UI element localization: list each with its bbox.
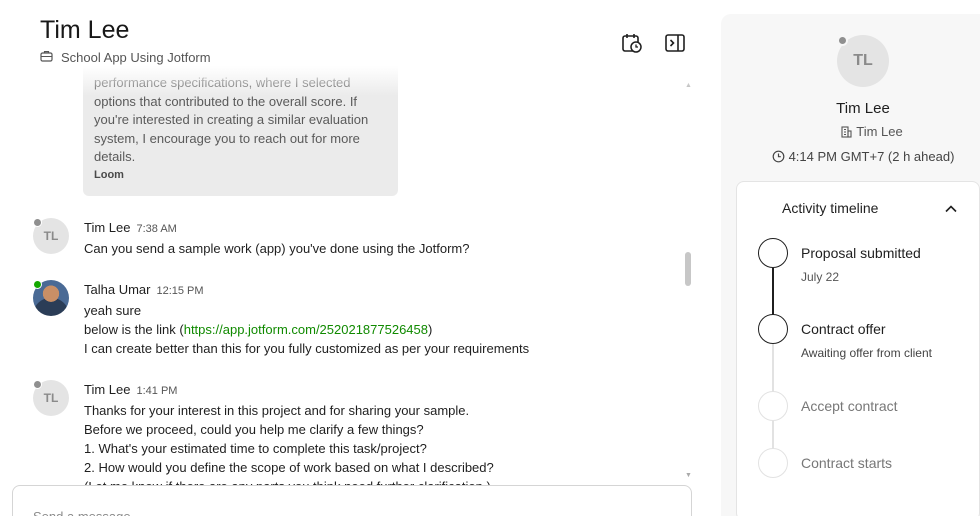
- message-text: Can you send a sample work (app) you've …: [84, 241, 470, 256]
- project-title[interactable]: School App Using Jotform: [40, 50, 211, 65]
- message-time: 7:38 AM: [136, 223, 177, 235]
- timeline-step-sub: July 22: [801, 270, 840, 284]
- contact-name: Tim Lee: [40, 16, 130, 44]
- offline-status-dot: [33, 380, 42, 389]
- preview-text: performance specifications, where I sele…: [94, 75, 369, 165]
- sample-link[interactable]: https://app.jotform.com/252021877526458: [184, 322, 428, 337]
- link-preview-card[interactable]: performance specifications, where I sele…: [83, 66, 398, 196]
- message-time: 1:41 PM: [136, 385, 178, 397]
- profile-name: Tim Lee: [836, 100, 890, 117]
- scrollbar-thumb[interactable]: [685, 252, 691, 286]
- scroll-down-arrow[interactable]: ▼: [685, 472, 692, 479]
- details-panel: TL Tim Lee Tim Lee 4:14 PM GMT+7 (2 h ah…: [721, 14, 980, 516]
- briefcase-icon: [40, 50, 53, 65]
- message-time: 12:15 PM: [156, 285, 204, 297]
- timeline-step-marker: [758, 238, 788, 268]
- message-header: Tim Lee 7:38 AM: [84, 220, 177, 235]
- profile-avatar[interactable]: TL: [837, 35, 889, 87]
- sender-name: Tim Lee: [84, 382, 131, 397]
- online-status-dot: [33, 280, 42, 289]
- message-header: Talha Umar 12:15 PM: [84, 282, 204, 297]
- message-list[interactable]: performance specifications, where I sele…: [0, 66, 700, 486]
- timeline-connector: [772, 344, 774, 392]
- activity-timeline: Activity timeline Proposal submitted Jul…: [736, 181, 980, 516]
- message-header: Tim Lee 1:41 PM: [84, 382, 177, 397]
- offline-status-dot: [33, 218, 42, 227]
- message-text: yeah sure below is the link (https://app…: [84, 303, 530, 356]
- timeline-step-marker: [758, 314, 788, 344]
- timeline-step-marker: [758, 391, 788, 421]
- clock-icon: [772, 150, 785, 166]
- sender-name: Talha Umar: [84, 282, 151, 297]
- avatar[interactable]: [33, 280, 69, 316]
- timeline-step-sub: Awaiting offer from client: [801, 346, 932, 360]
- timeline-title: Activity timeline: [782, 200, 879, 216]
- avatar[interactable]: TL: [33, 380, 69, 416]
- timeline-step-marker: [758, 448, 788, 478]
- message-composer[interactable]: [12, 485, 692, 516]
- sidebar-toggle-icon[interactable]: [664, 32, 686, 54]
- avatar[interactable]: TL: [33, 218, 69, 254]
- preview-source: Loom: [94, 168, 124, 181]
- message-text: Thanks for your interest in this project…: [84, 403, 494, 486]
- profile-local-time: 4:14 PM GMT+7 (2 h ahead): [721, 149, 980, 166]
- building-icon: [841, 126, 852, 141]
- timeline-step-label: Contract starts: [801, 455, 893, 471]
- sender-name: Tim Lee: [84, 220, 131, 235]
- profile-company: Tim Lee: [721, 124, 980, 141]
- scroll-up-arrow[interactable]: ▲: [685, 82, 692, 89]
- message-input[interactable]: [13, 486, 691, 516]
- chevron-up-icon[interactable]: [944, 202, 958, 216]
- offline-status-dot: [837, 35, 848, 46]
- calendar-clock-icon[interactable]: [621, 32, 643, 54]
- timeline-step-label: Proposal submitted: [801, 245, 921, 261]
- timeline-step-label: Accept contract: [801, 398, 898, 414]
- timeline-step-label: Contract offer: [801, 321, 886, 337]
- project-title-text: School App Using Jotform: [61, 50, 211, 65]
